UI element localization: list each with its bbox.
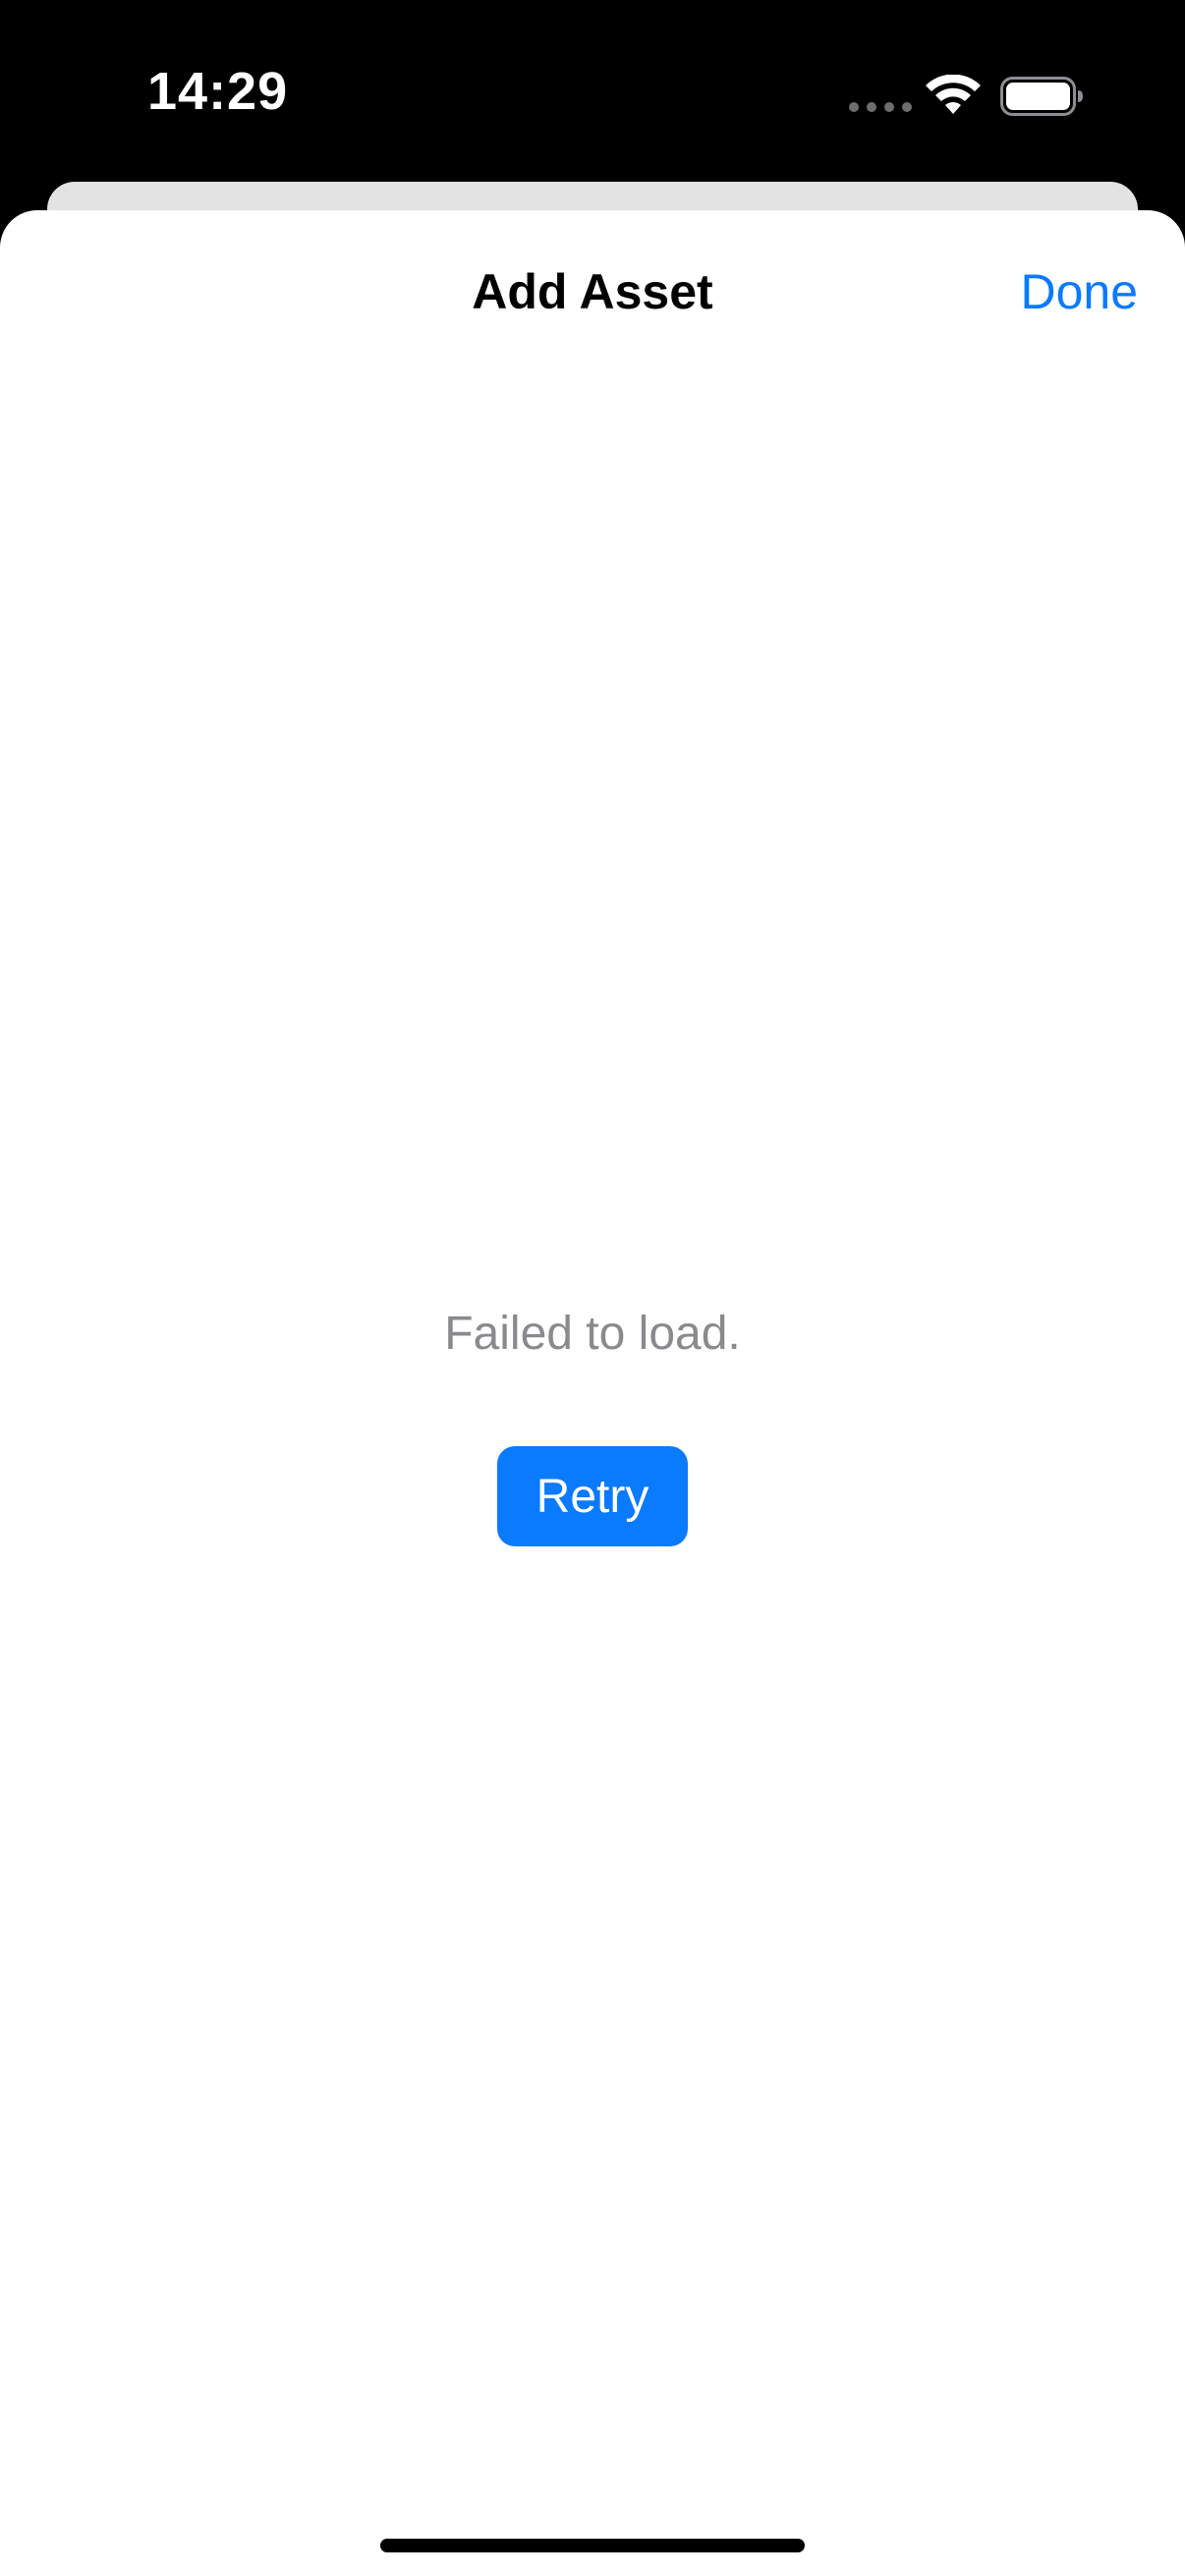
home-indicator[interactable]	[380, 2539, 805, 2552]
screen: 14:29 Add Asset Done Failed to load. Ret…	[0, 0, 1185, 2576]
wifi-icon	[926, 75, 981, 114]
done-button[interactable]: Done	[1020, 263, 1138, 320]
retry-button[interactable]: Retry	[497, 1446, 688, 1546]
status-time: 14:29	[147, 62, 289, 121]
battery-icon	[1000, 77, 1083, 116]
status-bar: 14:29	[0, 0, 1185, 187]
sheet-title: Add Asset	[472, 264, 713, 319]
modal-sheet	[0, 210, 1185, 2576]
cellular-signal-icon	[849, 102, 912, 112]
error-message: Failed to load.	[444, 1308, 741, 1360]
